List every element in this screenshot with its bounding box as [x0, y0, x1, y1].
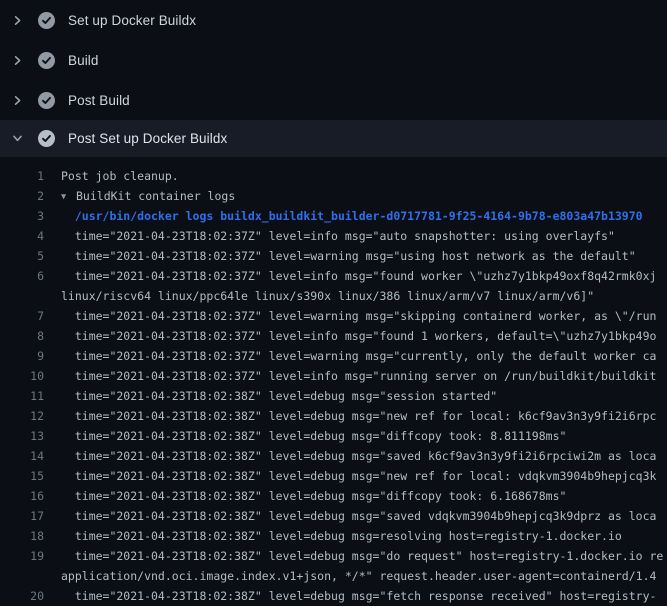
log-line-text: time="2021-04-23T18:02:38Z" level=debug …	[61, 509, 667, 523]
line-number[interactable]: 9	[0, 349, 44, 363]
line-number[interactable]: 1	[0, 169, 44, 183]
log-line-text: time="2021-04-23T18:02:37Z" level=info m…	[61, 369, 667, 383]
chevron-right-icon	[12, 95, 23, 106]
log-line-text: time="2021-04-23T18:02:38Z" level=debug …	[61, 449, 667, 463]
step-label: Set up Docker Buildx	[68, 13, 196, 28]
log-line: 4 time="2021-04-23T18:02:37Z" level=info…	[0, 226, 667, 246]
log-line-text: time="2021-04-23T18:02:37Z" level=warnin…	[61, 309, 667, 323]
log-line: 6 time="2021-04-23T18:02:37Z" level=info…	[0, 266, 667, 286]
line-number[interactable]: 6	[0, 269, 44, 283]
log-line: 20 time="2021-04-23T18:02:38Z" level=deb…	[0, 586, 667, 606]
check-circle-icon	[38, 12, 55, 29]
log-line: 18 time="2021-04-23T18:02:38Z" level=deb…	[0, 526, 667, 546]
log-line: 2 ▼BuildKit container logs	[0, 186, 667, 206]
log-line-text: time="2021-04-23T18:02:38Z" level=debug …	[61, 469, 667, 483]
line-number[interactable]: 12	[0, 409, 44, 423]
chevron-right-icon	[12, 15, 23, 26]
check-circle-icon	[38, 52, 55, 69]
log-line-text: time="2021-04-23T18:02:37Z" level=info m…	[61, 229, 667, 243]
log-line-text: time="2021-04-23T18:02:38Z" level=debug …	[61, 489, 667, 503]
step-row-set-up-docker-buildx[interactable]: Set up Docker Buildx	[0, 0, 667, 40]
log-line-text: /usr/bin/docker logs buildx_buildkit_bui…	[61, 209, 667, 223]
line-number[interactable]: 19	[0, 549, 44, 563]
line-number[interactable]: 17	[0, 509, 44, 523]
line-number[interactable]: 7	[0, 309, 44, 323]
check-circle-icon	[38, 130, 55, 147]
check-circle-icon	[38, 92, 55, 109]
log-line: 7 time="2021-04-23T18:02:37Z" level=warn…	[0, 306, 667, 326]
step-row-post-set-up-docker-buildx[interactable]: Post Set up Docker Buildx	[0, 120, 667, 157]
log-line-text: time="2021-04-23T18:02:37Z" level=info m…	[61, 269, 667, 283]
line-number[interactable]: 15	[0, 469, 44, 483]
chevron-right-icon	[12, 55, 23, 66]
log-line-text: Post job cleanup.	[61, 169, 667, 183]
log-line-text: application/vnd.oci.image.index.v1+json,…	[61, 569, 667, 583]
line-number[interactable]: 11	[0, 389, 44, 403]
line-number[interactable]: 13	[0, 429, 44, 443]
log-line-text: time="2021-04-23T18:02:38Z" level=debug …	[61, 529, 667, 543]
steps-list: Set up Docker Buildx Build Post Build Po…	[0, 0, 667, 157]
line-number[interactable]: 8	[0, 329, 44, 343]
log-area: 1 Post job cleanup. 2 ▼BuildKit containe…	[0, 157, 667, 606]
line-number[interactable]: 4	[0, 229, 44, 243]
line-number[interactable]: 20	[0, 589, 44, 603]
line-number[interactable]: 5	[0, 249, 44, 263]
log-line-text: time="2021-04-23T18:02:38Z" level=debug …	[61, 409, 667, 423]
log-line: 10 time="2021-04-23T18:02:37Z" level=inf…	[0, 366, 667, 386]
log-line-text: time="2021-04-23T18:02:38Z" level=debug …	[61, 589, 667, 603]
log-line-text: time="2021-04-23T18:02:37Z" level=warnin…	[61, 349, 667, 363]
log-line-text: linux/riscv64 linux/ppc64le linux/s390x …	[61, 289, 667, 303]
step-label: Post Build	[68, 93, 130, 108]
log-line: 1 Post job cleanup.	[0, 166, 667, 186]
log-line: 15 time="2021-04-23T18:02:38Z" level=deb…	[0, 466, 667, 486]
log-line: 17 time="2021-04-23T18:02:38Z" level=deb…	[0, 506, 667, 526]
line-number[interactable]: 14	[0, 449, 44, 463]
line-number[interactable]: 10	[0, 369, 44, 383]
line-number[interactable]: 2	[0, 189, 44, 203]
log-line: application/vnd.oci.image.index.v1+json,…	[0, 566, 667, 586]
log-line: 13 time="2021-04-23T18:02:38Z" level=deb…	[0, 426, 667, 446]
log-line: 8 time="2021-04-23T18:02:37Z" level=info…	[0, 326, 667, 346]
log-line: 9 time="2021-04-23T18:02:37Z" level=warn…	[0, 346, 667, 366]
log-line: 11 time="2021-04-23T18:02:38Z" level=deb…	[0, 386, 667, 406]
log-line-text: time="2021-04-23T18:02:38Z" level=debug …	[61, 389, 667, 403]
log-line: 12 time="2021-04-23T18:02:38Z" level=deb…	[0, 406, 667, 426]
log-line-text: time="2021-04-23T18:02:38Z" level=debug …	[61, 549, 667, 563]
step-label: Post Set up Docker Buildx	[68, 131, 227, 146]
line-number[interactable]: 18	[0, 529, 44, 543]
group-expand-triangle-icon[interactable]: ▼	[61, 192, 76, 202]
log-line: 5 time="2021-04-23T18:02:37Z" level=warn…	[0, 246, 667, 266]
log-line: linux/riscv64 linux/ppc64le linux/s390x …	[0, 286, 667, 306]
step-label: Build	[68, 53, 99, 68]
line-number[interactable]: 16	[0, 489, 44, 503]
log-line: 19 time="2021-04-23T18:02:38Z" level=deb…	[0, 546, 667, 566]
log-line: 14 time="2021-04-23T18:02:38Z" level=deb…	[0, 446, 667, 466]
log-line-text: time="2021-04-23T18:02:37Z" level=info m…	[61, 329, 667, 343]
chevron-down-icon	[12, 133, 23, 144]
group-title: BuildKit container logs	[76, 189, 235, 203]
log-line-text: time="2021-04-23T18:02:37Z" level=warnin…	[61, 249, 667, 263]
log-line: 3 /usr/bin/docker logs buildx_buildkit_b…	[0, 206, 667, 226]
line-number[interactable]: 3	[0, 209, 44, 223]
step-row-post-build[interactable]: Post Build	[0, 80, 667, 120]
log-line: 16 time="2021-04-23T18:02:38Z" level=deb…	[0, 486, 667, 506]
log-line-text: time="2021-04-23T18:02:38Z" level=debug …	[61, 429, 667, 443]
step-row-build[interactable]: Build	[0, 40, 667, 80]
log-line-text: ▼BuildKit container logs	[61, 189, 667, 203]
